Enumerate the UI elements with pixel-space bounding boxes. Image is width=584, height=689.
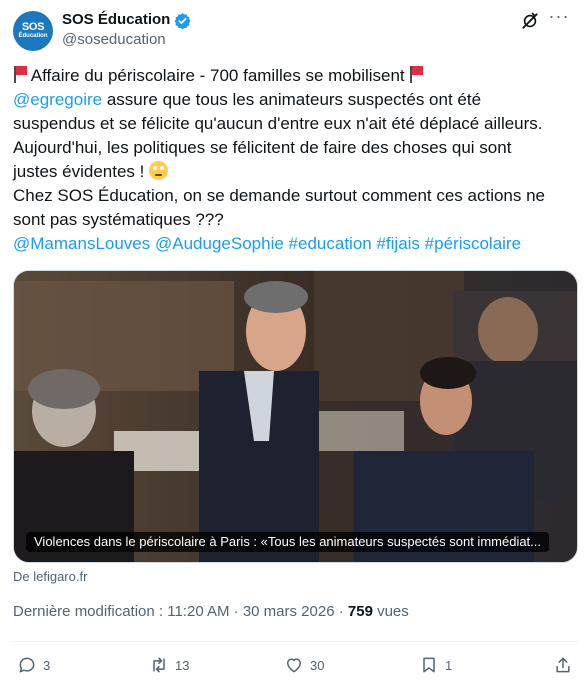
like-count: 30 <box>310 657 325 673</box>
tweet-line-3: suspendus et se félicite qu'aucun d'entr… <box>13 114 543 133</box>
eye-roll-emoji-icon <box>149 161 169 180</box>
grok-icon[interactable] <box>520 11 540 31</box>
hashtag-link[interactable]: #education <box>289 234 372 253</box>
tweet-text: Affaire du périscolaire - 700 familles s… <box>13 64 573 256</box>
tweet-line-2-text: assure que tous les animateurs suspectés… <box>102 90 482 109</box>
verified-badge-icon <box>174 12 191 29</box>
display-name-row[interactable]: SOS Éducation <box>62 10 191 30</box>
divider <box>13 641 578 642</box>
tweet-headline: Affaire du périscolaire - 700 familles s… <box>30 66 405 85</box>
article-photo <box>14 271 577 562</box>
display-name[interactable]: SOS Éducation <box>62 10 170 30</box>
views-count: 759 <box>347 603 373 620</box>
red-flag-icon <box>409 65 424 83</box>
heart-icon <box>287 658 301 673</box>
hashtag-link[interactable]: #périscolaire <box>425 234 521 253</box>
hashtag-link[interactable]: #fijais <box>376 234 419 253</box>
tweet-line-1: Affaire du périscolaire - 700 familles s… <box>13 64 573 88</box>
mention-link[interactable]: @egregoire <box>13 90 102 109</box>
tweet-meta: Dernière modification : 11:20 AM · 30 ma… <box>13 601 409 623</box>
handle[interactable]: @soseducation <box>62 30 191 50</box>
tweet-header: SOS Éducation SOS Éducation @soseducatio… <box>13 7 570 53</box>
avatar[interactable]: SOS Éducation <box>13 11 53 51</box>
views-label: vues <box>372 603 409 620</box>
tweet-line-5-text: justes évidentes ! <box>13 162 150 181</box>
tweet-line-2: @egregoire assure que tous les animateur… <box>13 88 573 112</box>
tweet-line-6: Chez SOS Éducation, on se demande surtou… <box>13 186 546 205</box>
bookmark-button[interactable]: 1 <box>419 652 452 678</box>
more-options-icon[interactable]: ··· <box>548 7 570 31</box>
share-icon <box>556 657 570 673</box>
action-bar: 3 13 30 1 <box>13 652 576 678</box>
like-button[interactable]: 30 <box>284 652 324 678</box>
tweet-line-7: sont pas systématiques ??? <box>13 210 224 229</box>
reply-count: 3 <box>43 657 51 673</box>
bookmark-count: 1 <box>445 657 453 673</box>
avatar-text-top: SOS <box>21 21 45 33</box>
repost-icon <box>153 657 165 673</box>
tweet-line-4: Aujourd'hui, les politiques se féliciten… <box>13 138 512 157</box>
card-source[interactable]: De lefigaro.fr <box>13 568 87 586</box>
reply-icon <box>19 657 35 673</box>
card-caption: Violences dans le périscolaire à Paris :… <box>26 532 550 552</box>
link-card-image[interactable]: Violences dans le périscolaire à Paris :… <box>13 270 578 563</box>
timestamp[interactable]: Dernière modification : 11:20 AM · 30 ma… <box>13 603 348 620</box>
author-names: SOS Éducation @soseducation <box>62 10 191 50</box>
share-button[interactable] <box>553 652 573 678</box>
repost-count: 13 <box>175 657 190 673</box>
mention-link[interactable]: @AudugeSophie <box>155 234 284 253</box>
red-flag-icon <box>13 65 27 83</box>
hashtag-row: @MamansLouves @AudugeSophie #education #… <box>13 232 573 256</box>
tweet-line-5: justes évidentes ! <box>13 160 573 184</box>
repost-button[interactable]: 13 <box>149 652 189 678</box>
reply-button[interactable]: 3 <box>17 652 50 678</box>
avatar-text-bottom: Éducation <box>18 33 48 39</box>
bookmark-icon <box>423 657 435 673</box>
mention-link[interactable]: @MamansLouves <box>13 234 150 253</box>
